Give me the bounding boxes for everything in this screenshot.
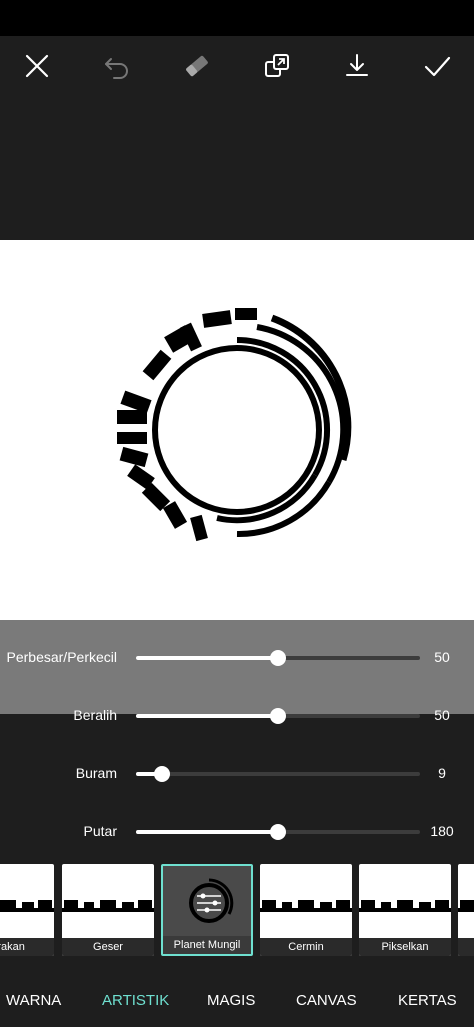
slider-track[interactable] (136, 708, 420, 724)
slider-thumb[interactable] (270, 824, 286, 840)
slider-fill (136, 714, 278, 718)
apply-button[interactable] (414, 43, 460, 89)
slider-label: Putar (83, 823, 117, 839)
eraser-icon (186, 55, 208, 77)
category-tabs: WARNA ARTISTIK MAGIS CANVAS KERTAS (0, 976, 474, 1027)
slider-value: 50 (434, 707, 450, 723)
undo-button[interactable] (94, 43, 140, 89)
tab-artistik[interactable]: ARTISTIK (102, 992, 169, 1009)
slider-fill (136, 830, 278, 834)
effect-preview-image (458, 864, 474, 938)
effect-label: Cermin (260, 938, 352, 956)
slider-track[interactable] (136, 766, 420, 782)
slider-label: Perbesar/Perkecil (6, 649, 118, 665)
tab-kertas[interactable]: KERTAS (398, 992, 457, 1009)
effect-label: erakan (0, 938, 54, 956)
effect-thumbnail[interactable]: Cermin (260, 864, 352, 956)
tab-warna[interactable]: WARNA (6, 992, 61, 1009)
planet-artwork (117, 308, 352, 542)
slider-thumb[interactable] (270, 650, 286, 666)
effect-thumbnail[interactable]: Geser (62, 864, 154, 956)
slider-value: 50 (434, 649, 450, 665)
top-toolbar (0, 36, 474, 96)
slider-label: Beralih (73, 707, 117, 723)
slider-value: 9 (438, 765, 446, 781)
download-button[interactable] (334, 43, 380, 89)
slider-row-beralih: Beralih 50 (0, 696, 474, 736)
compare-icon (265, 54, 289, 77)
effect-label: Geser (62, 938, 154, 956)
effects-strip[interactable]: erakan Geser Planet Mungil Cermin Pikselkan (0, 862, 474, 960)
tab-canvas[interactable]: CANVAS (296, 992, 357, 1009)
slider-label: Buram (75, 765, 117, 781)
slider-track[interactable] (136, 650, 420, 666)
image-canvas[interactable] (0, 240, 474, 620)
effect-thumbnail[interactable]: Planet Mungil (161, 864, 253, 956)
close-button[interactable] (14, 43, 60, 89)
slider-row-perbesar-perkecil: Perbesar/Perkecil 50 (0, 638, 474, 678)
effect-preview-image (260, 864, 352, 938)
slider-thumb[interactable] (153, 766, 170, 782)
status-bar (0, 0, 474, 36)
tab-magis[interactable]: MAGIS (207, 992, 255, 1009)
slider-row-buram: Buram 9 (0, 754, 474, 794)
effect-label (458, 938, 474, 956)
effect-preview-image (0, 864, 54, 938)
check-icon (424, 56, 451, 77)
slider-value: 180 (430, 823, 454, 839)
slider-row-putar: Putar 180 (0, 812, 474, 852)
slider-thumb[interactable] (270, 708, 286, 724)
effect-thumbnail[interactable] (458, 864, 474, 956)
effect-label: Pikselkan (359, 938, 451, 956)
effect-preview-image (359, 864, 451, 938)
slider-fill (136, 656, 278, 660)
eraser-button[interactable] (174, 43, 220, 89)
canvas-margin (0, 96, 474, 240)
effect-thumbnail[interactable]: erakan (0, 864, 54, 956)
effect-label: Planet Mungil (163, 936, 251, 954)
close-icon (25, 54, 49, 78)
effect-preview-image (163, 866, 251, 940)
download-icon (346, 54, 368, 76)
adjustment-panel: Perbesar/Perkecil 50 Beralih 50 Buram 9 Putar 1… (0, 620, 474, 860)
effect-preview-image (62, 864, 154, 938)
compare-button[interactable] (254, 43, 300, 89)
slider-track[interactable] (136, 824, 420, 840)
effect-thumbnail[interactable]: Pikselkan (359, 864, 451, 956)
undo-icon (105, 58, 128, 79)
